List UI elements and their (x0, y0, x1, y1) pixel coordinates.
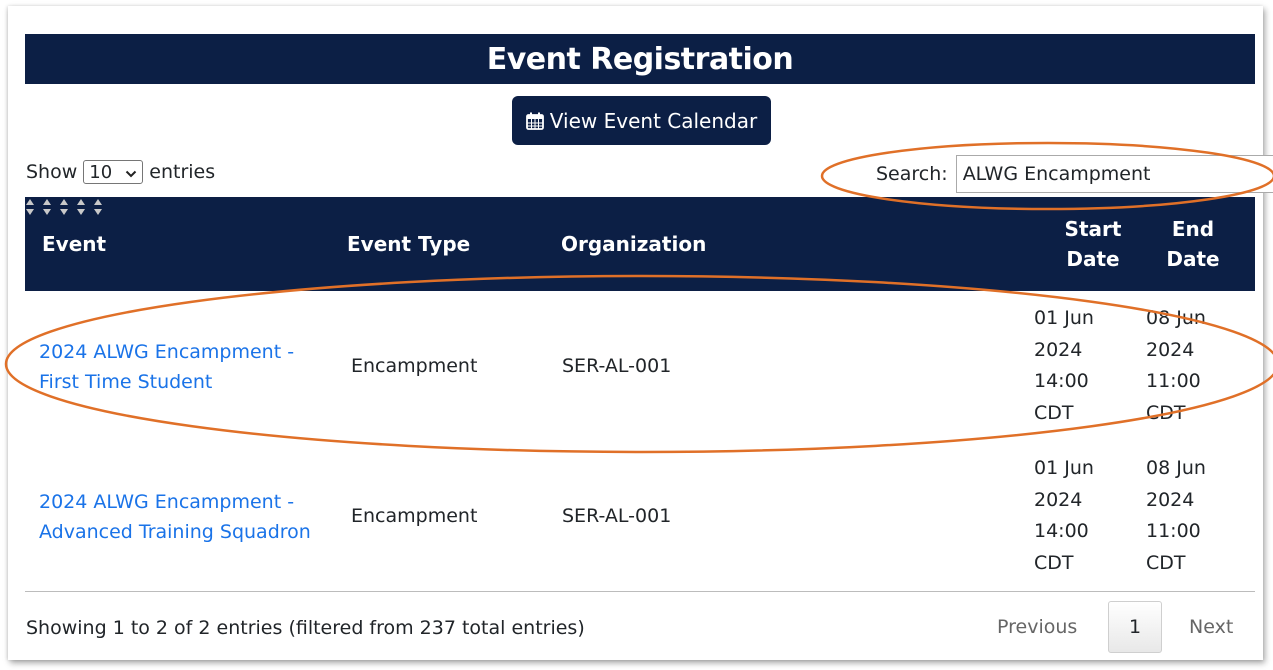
entries-per-page-value: 10 (89, 161, 113, 183)
date-line: 14:00 (1034, 370, 1089, 392)
event-name-line: First Time Student (39, 371, 213, 393)
pagination-previous[interactable]: Previous (997, 601, 1077, 653)
event-link[interactable]: 2024 ALWG Encampment - First Time Studen… (39, 337, 294, 397)
column-header-label: Event (42, 232, 107, 256)
view-event-calendar-button[interactable]: View Event Calendar (512, 96, 771, 145)
start-date-cell: 01 Jun 2024 14:00 CDT (1034, 303, 1094, 429)
date-line: 14:00 (1034, 520, 1089, 542)
view-event-calendar-label: View Event Calendar (549, 108, 758, 133)
date-line: 08 Jun (1146, 307, 1206, 329)
sort-icon[interactable] (25, 197, 42, 221)
chevron-down-icon (125, 162, 137, 183)
event-name-line: Advanced Training Squadron (39, 521, 311, 543)
date-line: CDT (1034, 551, 1074, 574)
end-date-cell: 08 Jun 2024 11:00 CDT (1146, 303, 1206, 429)
column-header-label: Event Type (347, 232, 471, 256)
date-line: 01 Jun (1034, 457, 1094, 479)
search-control: Search: (876, 155, 1273, 193)
entries-per-page-select[interactable]: 10 (83, 160, 144, 184)
column-header-label: Date (1066, 247, 1120, 271)
organization-cell: SER-AL-001 (562, 505, 672, 527)
column-header-organization[interactable]: Organization (561, 197, 1001, 291)
pagination-page-label: 1 (1128, 616, 1142, 638)
date-line: 2024 (1146, 338, 1195, 361)
column-header-start-date[interactable]: Start Date (1058, 197, 1128, 291)
date-line: 2024 (1034, 338, 1083, 361)
entries-show-label: Show (26, 161, 78, 183)
date-line: CDT (1034, 401, 1074, 424)
table-header: Event Event Type Organization Start Date… (25, 197, 1255, 291)
event-link[interactable]: 2024 ALWG Encampment - Advanced Training… (39, 487, 311, 547)
pagination-next-label: Next (1189, 616, 1234, 638)
column-header-event[interactable]: Event (42, 197, 332, 291)
event-type-cell: Encampment (351, 355, 478, 377)
column-header-label: Organization (561, 232, 707, 256)
column-header-label: Start (1064, 217, 1122, 241)
table-bottom-divider (25, 591, 1255, 592)
date-line: 11:00 (1146, 370, 1201, 392)
date-line: CDT (1146, 551, 1186, 574)
date-line: 2024 (1146, 488, 1195, 511)
date-line: 2024 (1034, 488, 1083, 511)
date-line: 01 Jun (1034, 307, 1094, 329)
date-line: 11:00 (1146, 520, 1201, 542)
organization-cell: SER-AL-001 (562, 355, 672, 377)
table-info-text: Showing 1 to 2 of 2 entries (filtered fr… (26, 617, 585, 639)
calendar-icon (525, 112, 544, 130)
end-date-cell: 08 Jun 2024 11:00 CDT (1146, 453, 1206, 579)
column-header-event-type[interactable]: Event Type (347, 197, 507, 291)
date-line: 08 Jun (1146, 457, 1206, 479)
page-title-text: Event Registration (486, 41, 794, 77)
pagination-page-button[interactable]: 1 (1108, 601, 1162, 653)
pagination-next[interactable]: Next (1189, 601, 1233, 653)
search-input[interactable] (955, 155, 1273, 193)
column-header-label: End (1171, 217, 1215, 241)
page-title: Event Registration (25, 34, 1255, 84)
table-row: 2024 ALWG Encampment - Advanced Training… (25, 441, 1255, 591)
search-label: Search: (876, 163, 948, 185)
date-line: CDT (1146, 401, 1186, 424)
column-header-end-date[interactable]: End Date (1163, 197, 1223, 291)
column-header-label: Date (1166, 247, 1220, 271)
entries-suffix-label: entries (149, 161, 216, 183)
pagination-previous-label: Previous (997, 616, 1078, 638)
table-row: 2024 ALWG Encampment - First Time Studen… (25, 291, 1255, 441)
start-date-cell: 01 Jun 2024 14:00 CDT (1034, 453, 1094, 579)
entries-length-control: Show 10 entries (26, 160, 215, 184)
event-type-cell: Encampment (351, 505, 478, 527)
event-name-line: 2024 ALWG Encampment - (39, 341, 295, 363)
event-name-line: 2024 ALWG Encampment - (39, 491, 295, 513)
